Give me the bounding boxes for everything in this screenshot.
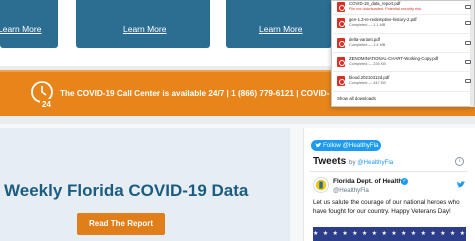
tweets-heading: Tweets xyxy=(313,156,347,167)
pdf-icon xyxy=(337,57,345,67)
folder-icon[interactable] xyxy=(465,41,471,45)
florida-health-logo-icon xyxy=(315,179,327,191)
pdf-icon xyxy=(337,2,345,12)
learn-more-link-2[interactable]: Learn More xyxy=(123,24,166,34)
divider xyxy=(333,33,473,34)
clock-24-icon: 24 xyxy=(31,81,54,108)
verified-icon: ✓ xyxy=(401,178,408,185)
download-filename: delta-variant.pdf xyxy=(349,37,380,42)
info-icon[interactable]: i xyxy=(455,157,464,166)
twitter-logo-icon[interactable] xyxy=(456,180,466,190)
flag-stars: ★★★★★★★★★★★★★★★★ xyxy=(313,231,466,237)
divider xyxy=(333,91,473,92)
tweets-by-handle-link[interactable]: @HealthyFla xyxy=(357,159,393,166)
clock-label: 24 xyxy=(42,100,51,108)
folder-icon[interactable] xyxy=(465,21,471,25)
read-report-button[interactable]: Read The Report xyxy=(77,213,165,235)
resource-card-3: Learn More xyxy=(226,0,332,48)
pdf-icon xyxy=(337,38,345,48)
folder-icon[interactable] xyxy=(465,5,471,9)
learn-more-link-1[interactable]: Learn More xyxy=(0,24,41,34)
download-status: Completed — 1.1 MB xyxy=(349,23,386,27)
resource-card-1: Learn More xyxy=(0,0,58,48)
learn-more-link-3[interactable]: Learn More xyxy=(259,24,302,34)
tweets-by-line: by @HealthyFla xyxy=(349,159,393,166)
resource-card-2: Learn More xyxy=(76,0,210,48)
divider xyxy=(333,71,473,72)
divider xyxy=(333,14,473,15)
pdf-icon xyxy=(337,18,345,28)
tweet-author-name[interactable]: Florida Dept. of Health xyxy=(333,178,402,185)
tweet-author-handle[interactable]: @HealthyFla xyxy=(333,187,369,194)
call-center-text: The COVID-19 Call Center is available 24… xyxy=(60,89,330,98)
download-status: Completed — 226 KB xyxy=(349,62,386,66)
tweets-by-prefix: by xyxy=(349,159,356,166)
download-status: Completed — 1.4 MB xyxy=(349,43,386,47)
download-filename: COVID-19_data_report.pdf xyxy=(349,1,401,6)
pdf-icon xyxy=(337,76,345,86)
download-filename: ZENOMINATIONAL-CHART-Working-Copy.pdf xyxy=(349,56,439,61)
twitter-bird-icon xyxy=(315,142,322,148)
covid-data-title: Weekly Florida COVID-19 Data xyxy=(4,181,249,200)
folder-icon[interactable] xyxy=(465,60,471,64)
twitter-divider xyxy=(310,171,468,172)
tweet-text: Let us salute the courage of our nationa… xyxy=(313,199,460,215)
download-filename: blood.20210412d.pdf xyxy=(349,75,390,80)
divider xyxy=(333,52,473,53)
avatar[interactable] xyxy=(313,177,329,193)
download-status: Completed — 447 KB xyxy=(349,81,386,85)
download-status: File not downloaded. Potential security … xyxy=(349,7,423,11)
folder-icon[interactable] xyxy=(465,79,471,83)
download-filename: gen-1.3-re-redemptive-history-2.pdf xyxy=(349,17,417,22)
show-all-downloads-link[interactable]: Show all downloads xyxy=(337,96,376,101)
